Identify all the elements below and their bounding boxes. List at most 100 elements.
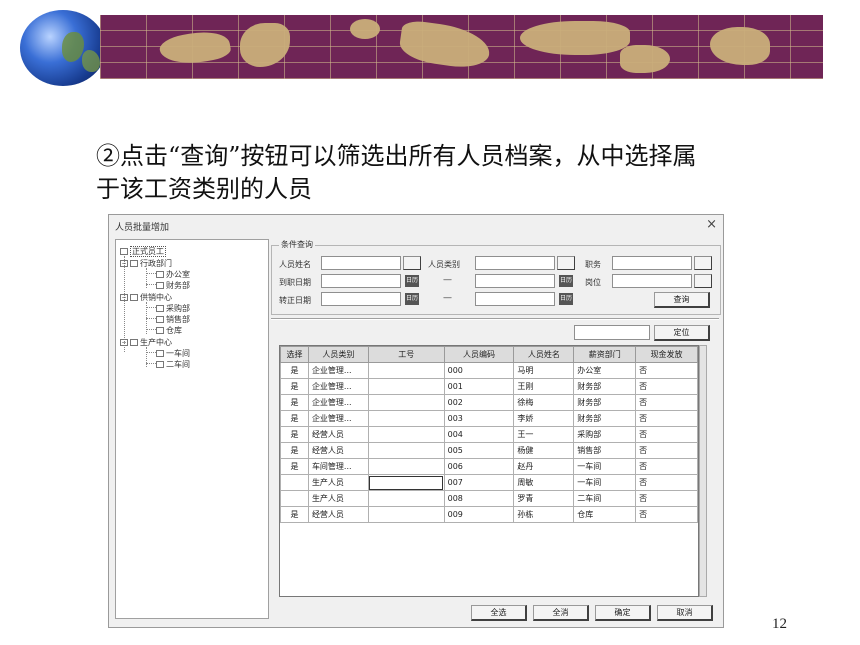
name-input[interactable] bbox=[321, 256, 401, 270]
table-cell[interactable]: 王一 bbox=[513, 426, 575, 443]
locate-input[interactable] bbox=[574, 325, 650, 340]
table-cell[interactable]: 否 bbox=[635, 442, 698, 459]
table-cell[interactable]: 经营人员 bbox=[307, 442, 369, 459]
tree-root[interactable]: 正式员工 bbox=[120, 246, 166, 257]
collapse-icon[interactable]: − bbox=[120, 260, 128, 267]
table-cell[interactable]: 仓库 bbox=[573, 506, 637, 523]
collapse-icon[interactable]: − bbox=[120, 294, 128, 301]
grid-column-header[interactable]: 选择 bbox=[280, 346, 309, 363]
table-cell[interactable] bbox=[367, 362, 445, 379]
table-cell[interactable]: 否 bbox=[635, 490, 698, 507]
table-cell[interactable]: 周敏 bbox=[513, 474, 575, 491]
table-cell[interactable]: 采购部 bbox=[573, 426, 637, 443]
table-cell[interactable]: 经营人员 bbox=[307, 426, 369, 443]
table-row[interactable]: 是企业管理... 001 王刚 财务部否 bbox=[280, 378, 698, 395]
calendar-icon[interactable]: 日历 bbox=[559, 275, 573, 287]
table-cell[interactable]: 车间管理... bbox=[307, 458, 369, 475]
position-input[interactable] bbox=[612, 274, 692, 288]
table-cell[interactable]: 李娇 bbox=[513, 410, 575, 427]
grid-column-header[interactable]: 人员姓名 bbox=[513, 346, 575, 363]
table-row[interactable]: 是经营人员 004 王一 采购部否 bbox=[280, 426, 698, 443]
ok-button[interactable]: 确定 bbox=[595, 605, 651, 621]
query-button[interactable]: 查询 bbox=[654, 292, 710, 308]
table-cell[interactable] bbox=[367, 442, 445, 459]
regular-date-to-input[interactable] bbox=[475, 292, 555, 306]
table-cell[interactable]: 是 bbox=[280, 410, 309, 427]
tree-node-warehouse[interactable]: 仓库 bbox=[156, 325, 182, 336]
grid-column-header[interactable]: 薪资部门 bbox=[573, 346, 637, 363]
table-cell[interactable] bbox=[367, 394, 445, 411]
table-cell[interactable] bbox=[367, 474, 445, 491]
table-cell[interactable]: 王刚 bbox=[513, 378, 575, 395]
table-cell[interactable]: 生产人员 bbox=[307, 474, 369, 491]
table-cell[interactable]: 005 bbox=[443, 442, 515, 459]
table-cell[interactable]: 财务部 bbox=[573, 410, 637, 427]
table-cell[interactable]: 销售部 bbox=[573, 442, 637, 459]
table-row[interactable]: 是经营人员 005 杨健 销售部否 bbox=[280, 442, 698, 459]
calendar-icon[interactable]: 日历 bbox=[559, 293, 573, 305]
grid-column-header[interactable]: 现金发放 bbox=[635, 346, 698, 363]
select-all-button[interactable]: 全选 bbox=[471, 605, 527, 621]
table-cell[interactable]: 否 bbox=[635, 474, 698, 491]
title-input[interactable] bbox=[612, 256, 692, 270]
table-cell[interactable]: 否 bbox=[635, 426, 698, 443]
table-cell[interactable]: 否 bbox=[635, 394, 698, 411]
tree-node-sales[interactable]: 销售部 bbox=[156, 314, 190, 325]
table-row[interactable]: 生产人员 008 罗青 二车间否 bbox=[280, 490, 698, 507]
grid-column-header[interactable]: 工号 bbox=[367, 346, 445, 363]
table-cell[interactable]: 是 bbox=[280, 394, 309, 411]
tree-node-finance[interactable]: 财务部 bbox=[156, 280, 190, 291]
table-cell[interactable]: 赵丹 bbox=[513, 458, 575, 475]
tree-node-workshop-2[interactable]: 二车间 bbox=[156, 359, 190, 370]
table-cell[interactable]: 否 bbox=[635, 410, 698, 427]
table-cell[interactable] bbox=[367, 410, 445, 427]
table-row[interactable]: 是车间管理... 006 赵丹 一车间否 bbox=[280, 458, 698, 475]
table-row[interactable]: 是企业管理... 003 李娇 财务部否 bbox=[280, 410, 698, 427]
table-cell[interactable]: 一车间 bbox=[573, 474, 637, 491]
table-cell[interactable]: 009 bbox=[443, 506, 515, 523]
table-cell[interactable]: 企业管理... bbox=[307, 410, 369, 427]
table-cell[interactable]: 是 bbox=[280, 426, 309, 443]
table-cell[interactable]: 是 bbox=[280, 442, 309, 459]
category-input[interactable] bbox=[475, 256, 555, 270]
clear-all-button[interactable]: 全消 bbox=[533, 605, 589, 621]
tree-node-purchasing[interactable]: 采购部 bbox=[156, 303, 190, 314]
position-ref-button[interactable] bbox=[694, 274, 712, 288]
table-cell[interactable] bbox=[367, 506, 445, 523]
table-cell[interactable]: 否 bbox=[635, 362, 698, 379]
table-cell[interactable]: 000 bbox=[443, 362, 515, 379]
table-cell[interactable]: 徐梅 bbox=[513, 394, 575, 411]
calendar-icon[interactable]: 日历 bbox=[405, 275, 419, 287]
regular-date-from-input[interactable] bbox=[321, 292, 401, 306]
table-cell[interactable] bbox=[280, 474, 309, 491]
title-ref-button[interactable] bbox=[694, 256, 712, 270]
cancel-button[interactable]: 取消 bbox=[657, 605, 713, 621]
table-cell[interactable]: 一车间 bbox=[573, 458, 637, 475]
table-cell[interactable]: 是 bbox=[280, 506, 309, 523]
table-cell[interactable]: 财务部 bbox=[573, 394, 637, 411]
table-cell[interactable]: 马明 bbox=[513, 362, 575, 379]
table-cell[interactable]: 经营人员 bbox=[307, 506, 369, 523]
table-row[interactable]: 是企业管理... 002 徐梅 财务部否 bbox=[280, 394, 698, 411]
table-cell[interactable] bbox=[367, 378, 445, 395]
grid-column-header[interactable]: 人员编码 bbox=[443, 346, 515, 363]
tree-node-workshop-1[interactable]: 一车间 bbox=[156, 348, 190, 359]
name-ref-button[interactable] bbox=[403, 256, 421, 270]
table-cell[interactable]: 007 bbox=[443, 474, 515, 491]
tree-node-office[interactable]: 办公室 bbox=[156, 269, 190, 280]
category-ref-button[interactable] bbox=[557, 256, 575, 270]
table-cell[interactable]: 杨健 bbox=[513, 442, 575, 459]
grid-column-header[interactable]: 人员类别 bbox=[307, 346, 369, 363]
table-cell[interactable] bbox=[367, 426, 445, 443]
table-cell[interactable]: 企业管理... bbox=[307, 362, 369, 379]
table-cell[interactable]: 企业管理... bbox=[307, 378, 369, 395]
table-cell[interactable]: 是 bbox=[280, 378, 309, 395]
table-cell[interactable]: 二车间 bbox=[573, 490, 637, 507]
department-tree[interactable]: 正式员工 − 行政部门 办公室 财务部 − 供销中心 采购部 销售部 仓库 − … bbox=[115, 239, 269, 619]
table-cell[interactable]: 否 bbox=[635, 506, 698, 523]
hire-date-to-input[interactable] bbox=[475, 274, 555, 288]
table-row[interactable]: 生产人员 007 周敏 一车间否 bbox=[280, 474, 698, 491]
table-cell[interactable]: 008 bbox=[443, 490, 515, 507]
table-cell[interactable] bbox=[367, 490, 445, 507]
locate-button[interactable]: 定位 bbox=[654, 325, 710, 341]
